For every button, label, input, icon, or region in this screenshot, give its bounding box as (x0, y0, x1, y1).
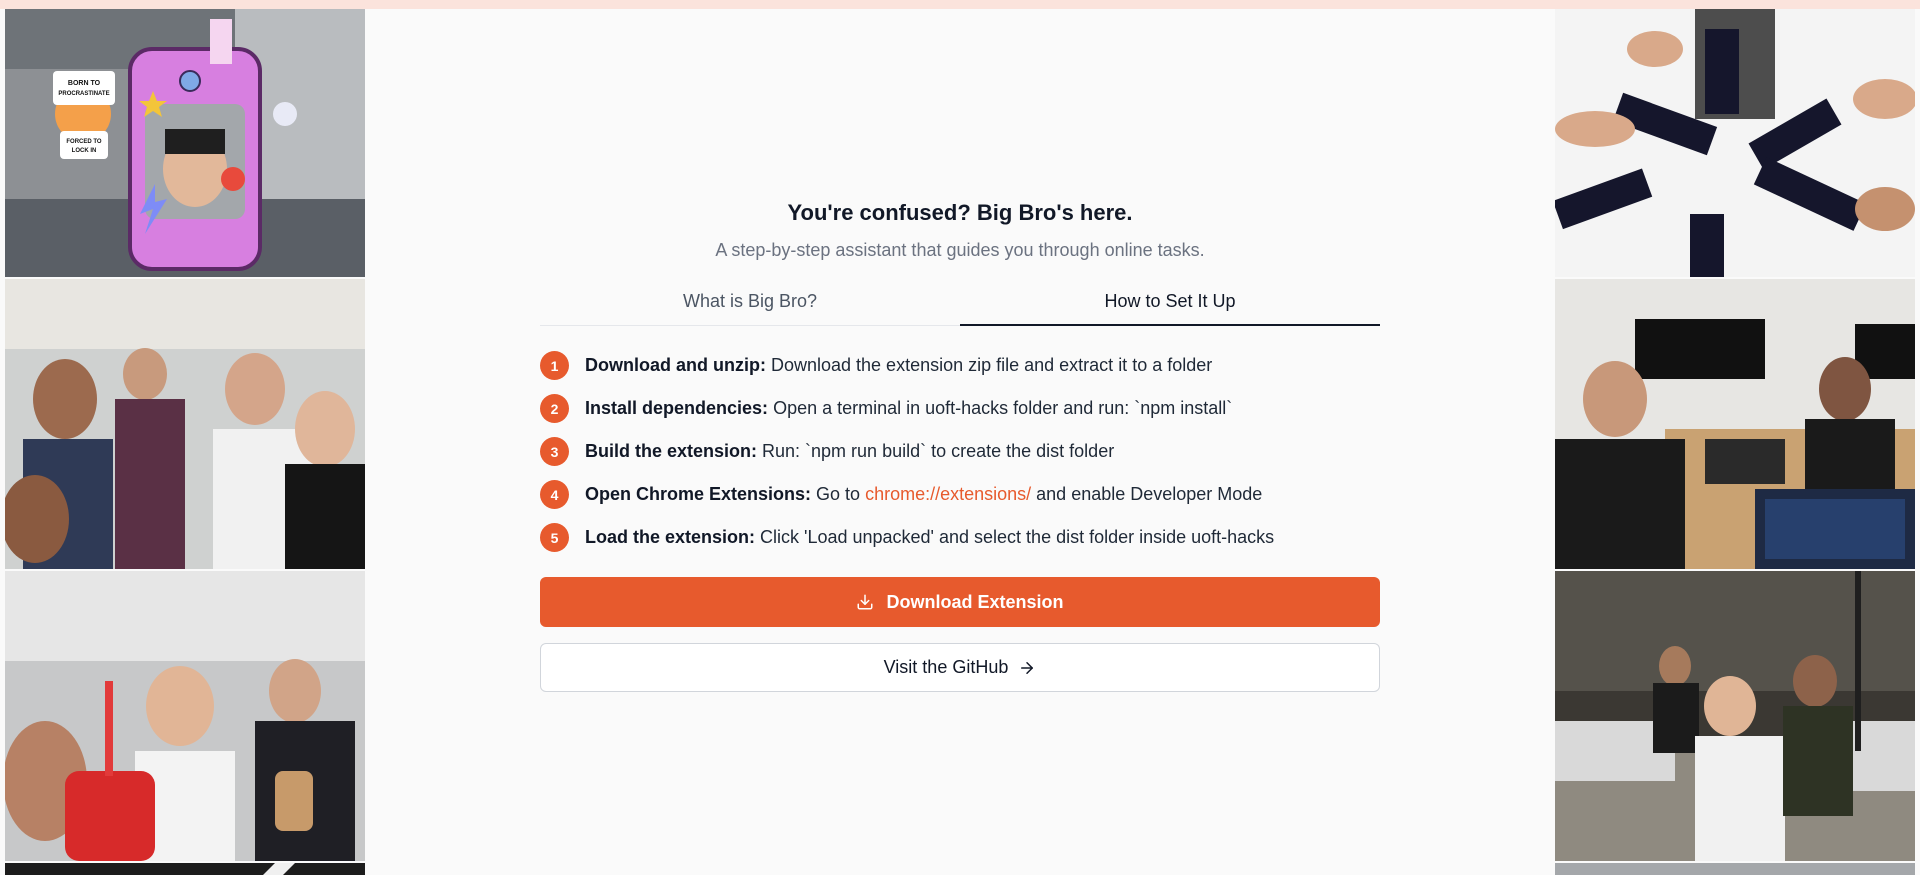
visit-github-button[interactable]: Visit the GitHub (540, 643, 1380, 692)
download-extension-label: Download Extension (886, 591, 1064, 612)
photo-booth-frame-photo: BORN TO PROCRASTINATE FORCED TO LOCK IN (5, 9, 365, 277)
download-icon (856, 593, 874, 611)
step-text: and enable Developer Mode (1036, 484, 1263, 504)
partial-photo (5, 863, 365, 875)
step-number-badge: 2 (540, 394, 569, 423)
step-item: 4 Open Chrome Extensions: Go to chrome:/… (540, 473, 1380, 516)
main-panel: You're confused? Big Bro's here. A step-… (540, 200, 1380, 692)
partial-photo-right (1555, 863, 1915, 875)
visit-github-label: Visit the GitHub (883, 657, 1009, 677)
step-text: Open a terminal in uoft-hacks folder and… (773, 398, 1233, 418)
setup-steps-list: 1 Download and unzip: Download the exten… (540, 344, 1380, 559)
svg-text:PROCRASTINATE: PROCRASTINATE (58, 91, 109, 97)
step-title: Open Chrome Extensions: (585, 484, 812, 504)
tab-what-is-big-bro[interactable]: What is Big Bro? (540, 283, 960, 325)
step-title: Download and unzip: (585, 355, 766, 375)
boba-selfie-photo (5, 571, 365, 861)
top-strip (0, 0, 1920, 9)
page-subtitle: A step-by-step assistant that guides you… (715, 240, 1205, 260)
step-number-badge: 4 (540, 480, 569, 509)
step-number-badge: 5 (540, 523, 569, 552)
step-item: 1 Download and unzip: Download the exten… (540, 344, 1380, 387)
step-item: 3 Build the extension: Run: `npm run bui… (540, 430, 1380, 473)
step-title: Build the extension: (585, 441, 758, 461)
tab-bar: What is Big Bro? How to Set It Up (540, 283, 1380, 326)
right-photo-column (1555, 9, 1915, 875)
step-title: Load the extension: (585, 527, 756, 547)
step-text: Click 'Load unpacked' and select the dis… (760, 527, 1275, 547)
step-title: Install dependencies: (585, 398, 769, 418)
hacking-table-photo (1555, 279, 1915, 569)
tab-how-to-set-it-up[interactable]: How to Set It Up (960, 283, 1380, 326)
svg-text:LOCK IN: LOCK IN (72, 148, 97, 154)
step-text: Download the extension zip file and extr… (770, 355, 1213, 375)
step-text: Go to (816, 484, 861, 504)
step-text: Run: `npm run build` to create the dist … (762, 441, 1115, 461)
step-number-badge: 1 (540, 351, 569, 380)
step-item: 2 Install dependencies: Open a terminal … (540, 387, 1380, 430)
left-photo-column: BORN TO PROCRASTINATE FORCED TO LOCK IN (5, 9, 365, 875)
svg-text:BORN TO: BORN TO (68, 80, 101, 87)
download-extension-button[interactable]: Download Extension (540, 577, 1380, 627)
step-number-badge: 3 (540, 437, 569, 466)
step-item: 5 Load the extension: Click 'Load unpack… (540, 516, 1380, 559)
chrome-extensions-link[interactable]: chrome://extensions/ (865, 484, 1031, 505)
night-street-photo (1555, 571, 1915, 861)
photo-strips-hands-photo (1555, 9, 1915, 277)
page-title: You're confused? Big Bro's here. (787, 200, 1133, 225)
group-selfie-photo (5, 279, 365, 569)
arrow-right-icon (1018, 659, 1036, 677)
svg-text:FORCED TO: FORCED TO (66, 139, 102, 145)
